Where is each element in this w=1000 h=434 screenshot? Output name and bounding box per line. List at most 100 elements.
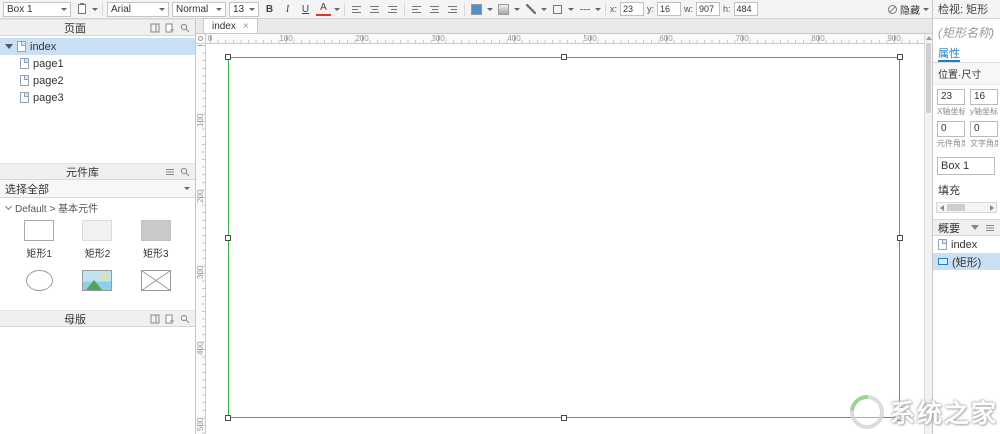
masters-panel: 母版 (0, 310, 195, 434)
font-style-select[interactable]: Normal (172, 2, 226, 17)
border-width-button[interactable] (550, 2, 565, 17)
toolbar-separator (605, 3, 606, 16)
chevron-down-icon[interactable] (595, 8, 601, 11)
x-coordinate-input[interactable]: 23 (937, 89, 965, 105)
align-center-button[interactable] (367, 2, 382, 17)
border-style-button[interactable] (577, 2, 592, 17)
scroll-left-icon[interactable] (937, 203, 946, 212)
page-icon (20, 58, 29, 69)
y-coordinate-label: y轴坐标 (970, 106, 998, 117)
dock-panel-icon[interactable] (149, 313, 160, 324)
widget-image[interactable] (82, 270, 112, 291)
search-icon[interactable] (179, 22, 190, 33)
tab-properties[interactable]: 属性 (938, 45, 960, 62)
valign-middle-button[interactable] (427, 2, 442, 17)
ruler-origin-icon[interactable] (196, 34, 206, 44)
left-sidebar: 页面 index page1 page2 (0, 19, 196, 434)
selection-handle-se[interactable] (897, 415, 903, 421)
scrollbar-thumb[interactable] (926, 43, 931, 113)
hruler-label: 400 (507, 34, 520, 43)
outline-item-label: index (951, 239, 977, 251)
design-canvas[interactable] (206, 44, 924, 434)
italic-button[interactable]: I (280, 2, 295, 17)
line-spacing-icon (448, 6, 457, 13)
widget-placeholder[interactable] (141, 270, 171, 291)
page-item-index[interactable]: index (0, 38, 195, 55)
page-item-page2[interactable]: page2 (0, 72, 195, 89)
align-left-button[interactable] (349, 2, 364, 17)
selection-handle-e[interactable] (897, 235, 903, 241)
add-page-icon[interactable] (164, 22, 175, 33)
chevron-down-icon[interactable] (92, 8, 98, 11)
valign-top-icon (412, 6, 421, 13)
outline-item-index[interactable]: index (933, 236, 1000, 253)
w-input[interactable]: 907 (696, 2, 720, 16)
library-panel: 元件库 选择全部 Default > 基本元件 矩形1 矩形2 (0, 163, 195, 310)
filter-icon[interactable] (969, 222, 980, 233)
panel-horizontal-scrollbar[interactable] (936, 202, 997, 213)
selection-handle-sw[interactable] (225, 415, 231, 421)
menu-icon[interactable] (164, 166, 175, 177)
font-color-button[interactable]: A (316, 3, 331, 16)
page-item-page1[interactable]: page1 (0, 55, 195, 72)
widget-ellipse[interactable] (26, 270, 53, 291)
vertical-scrollbar[interactable] (924, 34, 932, 434)
format-painter-button[interactable] (74, 2, 89, 17)
widget-rotation-label: 元件角度 (937, 138, 965, 149)
dash-line-icon (580, 9, 590, 10)
line-color-button[interactable] (523, 2, 538, 17)
chevron-down-icon[interactable] (334, 8, 340, 11)
selection-handle-s[interactable] (561, 415, 567, 421)
chevron-down-icon[interactable] (541, 8, 547, 11)
shape-name-select[interactable]: Box 1 (3, 2, 71, 17)
selection-handle-nw[interactable] (225, 54, 231, 60)
library-section-header[interactable]: Default > 基本元件 (0, 198, 195, 216)
font-family-select[interactable]: Arial (107, 2, 169, 17)
selected-rectangle-widget[interactable] (228, 57, 900, 418)
widget-rect1[interactable]: 矩形1 (24, 220, 54, 260)
font-size-select[interactable]: 13 (229, 2, 259, 17)
widget-rotation-input[interactable]: 0 (937, 121, 965, 137)
widget-text-input[interactable]: Box 1 (937, 157, 995, 175)
underline-button[interactable]: U (298, 2, 313, 17)
close-icon[interactable]: × (243, 21, 249, 32)
gradient-button[interactable] (496, 2, 511, 17)
tab-index[interactable]: index × (203, 18, 258, 33)
y-input[interactable]: 16 (657, 2, 681, 16)
expander-icon[interactable] (5, 44, 13, 49)
chevron-down-icon[interactable] (568, 8, 574, 11)
collapse-icon (5, 202, 12, 209)
fill-color-swatch-icon (471, 4, 482, 15)
text-rotation-input[interactable]: 0 (970, 121, 998, 137)
h-input[interactable]: 484 (734, 2, 758, 16)
valign-top-button[interactable] (409, 2, 424, 17)
dock-panel-icon[interactable] (149, 22, 160, 33)
widget-rect3[interactable]: 矩形3 (141, 220, 171, 260)
widget-rect2[interactable]: 矩形2 (82, 220, 112, 260)
selection-handle-ne[interactable] (897, 54, 903, 60)
library-filter-select[interactable]: 选择全部 (0, 180, 195, 198)
outline-panel-header: 概要 (933, 219, 1000, 236)
canvas-column: index × 0 100 200 300 400 500 600 700 80… (196, 19, 932, 434)
line-spacing-button[interactable] (445, 2, 460, 17)
y-coordinate-input[interactable]: 16 (970, 89, 998, 105)
bold-button[interactable]: B (262, 2, 277, 17)
scrollbar-thumb[interactable] (947, 204, 965, 211)
scroll-right-icon[interactable] (987, 203, 996, 212)
selection-handle-n[interactable] (561, 54, 567, 60)
scrollbar-track[interactable] (946, 203, 987, 212)
fill-color-button[interactable] (469, 2, 484, 17)
chevron-down-icon[interactable] (514, 8, 520, 11)
search-icon[interactable] (179, 313, 190, 324)
selection-handle-w[interactable] (225, 235, 231, 241)
outline-item-rectangle[interactable]: (矩形) (933, 253, 1000, 270)
page-item-page3[interactable]: page3 (0, 89, 195, 106)
x-input[interactable]: 23 (620, 2, 644, 16)
shape-name-input[interactable]: (矩形名称) (933, 19, 1000, 45)
menu-icon[interactable] (984, 222, 995, 233)
search-icon[interactable] (179, 166, 190, 177)
add-master-icon[interactable] (164, 313, 175, 324)
hide-toggle[interactable]: 隐藏 (888, 2, 929, 17)
align-right-button[interactable] (385, 2, 400, 17)
chevron-down-icon[interactable] (487, 8, 493, 11)
